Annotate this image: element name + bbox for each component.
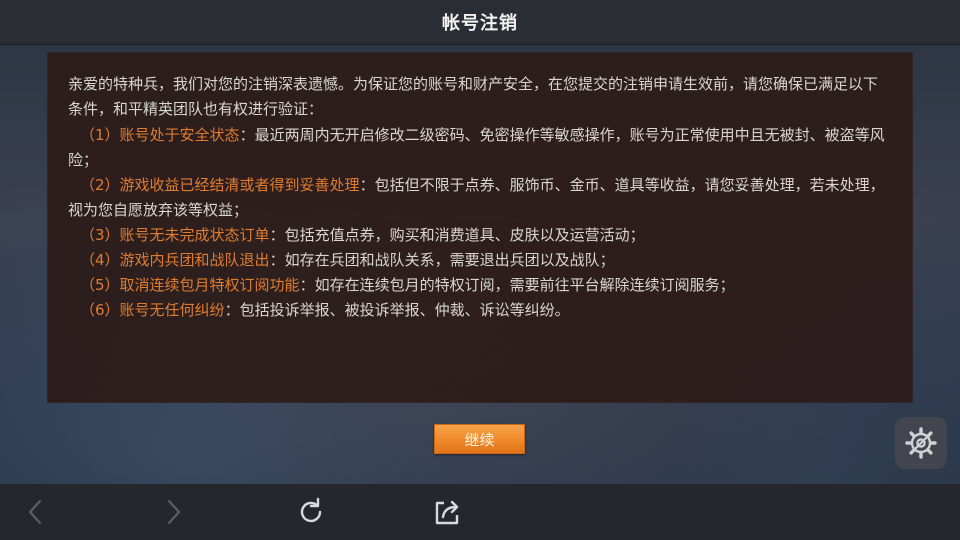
condition-number: （2）: [80, 176, 120, 194]
intro-paragraph: 亲爱的特种兵，我们对您的注销深表遗憾。为保证您的账号和财产安全，在您提交的注销申…: [68, 75, 879, 118]
back-arrow-icon: [28, 499, 42, 525]
condition-title: 账号处于安全状态: [119, 126, 240, 144]
condition-item-1: （1）账号处于安全状态：最近两周内无开启修改二级密码、免密操作等敏感操作，账号为…: [68, 123, 892, 173]
refresh-icon: [300, 497, 322, 523]
share-button[interactable]: [431, 496, 463, 528]
share-icon: [435, 500, 459, 525]
condition-title: 账号无任何纠纷: [119, 301, 225, 319]
header-bar: 帐号注销: [0, 0, 960, 44]
condition-title: 取消连续包月特权订阅功能: [119, 276, 300, 294]
forward-button[interactable]: [157, 496, 189, 528]
condition-body: ：如存在连续包月的特权订阅，需要前往平台解除连续订阅服务；: [299, 276, 735, 294]
continue-button[interactable]: 继续: [434, 424, 525, 454]
floating-settings-button[interactable]: [895, 417, 947, 469]
condition-item-2: （2）游戏收益已经结清或者得到妥善处理：包括但不限于点券、服饰币、金币、道具等收…: [68, 173, 892, 223]
condition-body: ：如存在兵团和战队关系，需要退出兵团以及战队；: [269, 251, 615, 269]
condition-title: 游戏内兵团和战队退出: [119, 251, 270, 269]
notice-text: 亲爱的特种兵，我们对您的注销深表遗憾。为保证您的账号和财产安全，在您提交的注销申…: [68, 72, 892, 323]
gear-icon: [905, 427, 937, 459]
condition-title: 游戏收益已经结清或者得到妥善处理: [119, 176, 360, 194]
condition-body: ：包括充值点券，购买和消费道具、皮肤以及运营活动；: [269, 226, 645, 244]
condition-item-4: （4）游戏内兵团和战队退出：如存在兵团和战队关系，需要退出兵团以及战队；: [68, 248, 892, 273]
condition-number: （4）: [80, 251, 120, 269]
forward-arrow-icon: [167, 499, 181, 525]
page-title: 帐号注销: [442, 13, 518, 34]
app-window: 帐号注销 亲爱的特种兵，我们对您的注销深表遗憾。为保证您的账号和财产安全，在您提…: [0, 0, 960, 540]
bottom-toolbar: [0, 484, 960, 540]
condition-number: （1）: [80, 126, 120, 144]
notice-panel: 亲爱的特种兵，我们对您的注销深表遗憾。为保证您的账号和财产安全，在您提交的注销申…: [47, 52, 913, 403]
condition-title: 账号无未完成状态订单: [119, 226, 270, 244]
condition-body: ：包括投诉举报、被投诉举报、仲裁、诉讼等纠纷。: [224, 301, 570, 319]
condition-number: （5）: [80, 276, 120, 294]
refresh-button[interactable]: [295, 496, 327, 528]
back-button[interactable]: [20, 496, 52, 528]
condition-item-5: （5）取消连续包月特权订阅功能：如存在连续包月的特权订阅，需要前往平台解除连续订…: [68, 273, 892, 298]
condition-item-3: （3）账号无未完成状态订单：包括充值点券，购买和消费道具、皮肤以及运营活动；: [68, 223, 892, 248]
condition-item-6: （6）账号无任何纠纷：包括投诉举报、被投诉举报、仲裁、诉讼等纠纷。: [68, 298, 892, 323]
condition-number: （3）: [80, 226, 120, 244]
condition-number: （6）: [80, 301, 120, 319]
